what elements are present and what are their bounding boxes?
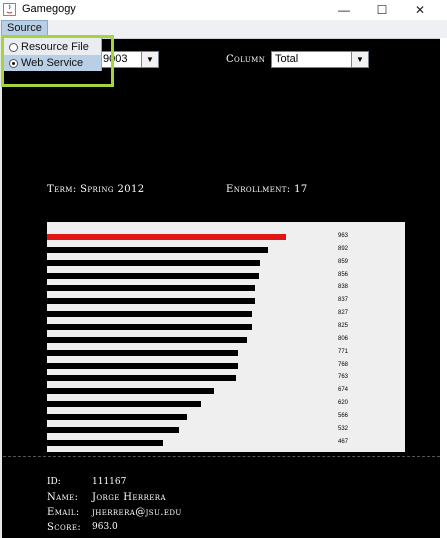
window-border-left xyxy=(0,38,2,538)
chart-bar-label: 806 xyxy=(338,335,349,342)
column-combobox[interactable]: Total ▼ xyxy=(271,51,369,68)
maximize-button[interactable]: ☐ xyxy=(362,1,402,19)
minimize-button[interactable]: — xyxy=(324,1,364,19)
chart-bar-label: 963 xyxy=(338,233,349,239)
close-icon: ✕ xyxy=(414,3,426,17)
score-bar-chart: 963 892 859 856 838 837 827 825 806 771 768 763 674 6… xyxy=(47,222,405,452)
chart-bar xyxy=(47,413,188,420)
id-value: 111167 xyxy=(92,477,127,487)
chart-bar-label: 674 xyxy=(338,387,349,394)
window-border-right xyxy=(440,38,447,538)
chart-bar xyxy=(47,246,269,253)
chevron-down-icon: ▼ xyxy=(146,55,154,64)
id-label: ID: xyxy=(47,477,61,487)
course-dropdown-arrow[interactable]: ▼ xyxy=(141,52,158,67)
column-combobox-value: Total xyxy=(275,53,299,65)
column-dropdown-arrow[interactable]: ▼ xyxy=(351,52,368,67)
divider xyxy=(3,456,440,457)
column-label: Column xyxy=(226,54,266,65)
chevron-down-icon: ▼ xyxy=(356,55,364,64)
email-label: Email: xyxy=(47,507,80,518)
chart-bar-label: 825 xyxy=(338,322,349,329)
chart-bar-label: 532 xyxy=(338,425,349,432)
window-title: Gamegogy xyxy=(22,3,76,15)
chart-bar xyxy=(47,259,261,266)
chart-bar xyxy=(47,298,255,305)
chart-bar-label: 566 xyxy=(338,412,349,419)
chart-bar-label: 859 xyxy=(338,258,349,265)
chart-bar-label: 620 xyxy=(338,400,349,407)
chart-bar xyxy=(47,401,201,408)
close-button[interactable]: ✕ xyxy=(400,1,440,19)
chart-bar xyxy=(47,336,248,343)
score-value: 963.0 xyxy=(92,522,118,532)
title-bar: Gamegogy — ☐ ✕ xyxy=(0,0,447,20)
chart-bar-label: 768 xyxy=(338,361,349,368)
chart-bar-label: 827 xyxy=(338,310,349,317)
term-label: Term: Spring 2012 xyxy=(47,184,145,195)
chart-bar-label: 837 xyxy=(338,297,349,304)
chart-bar xyxy=(47,426,180,433)
chart-bar-label: 771 xyxy=(338,348,349,355)
chart-bar-label: 763 xyxy=(338,374,349,381)
minimize-icon: — xyxy=(338,3,350,17)
chart-bar xyxy=(47,323,252,330)
chart-bar xyxy=(47,362,238,369)
email-value: jherrera@jsu.edu xyxy=(92,507,182,518)
chart-bar xyxy=(47,311,253,318)
score-label: Score: xyxy=(47,522,82,533)
chart-bar xyxy=(47,234,286,240)
chart-bar xyxy=(47,375,237,382)
chart-bar xyxy=(47,439,163,446)
chart-bar xyxy=(47,349,239,356)
name-value: Jorge Herrera xyxy=(92,492,166,503)
maximize-icon: ☐ xyxy=(376,3,388,17)
chart-bar xyxy=(47,388,215,395)
chart-bar xyxy=(47,272,260,279)
chart-bar xyxy=(47,285,255,292)
chart-bar-label: 856 xyxy=(338,271,349,278)
annotation-highlight xyxy=(1,35,114,87)
name-label: Name: xyxy=(47,492,79,503)
chart-bar-label: 467 xyxy=(338,438,349,445)
java-app-icon xyxy=(3,3,16,16)
enrollment-label: Enrollment: 17 xyxy=(226,184,308,195)
chart-bar-label: 892 xyxy=(338,245,349,252)
chart-bar-label: 838 xyxy=(338,284,349,291)
